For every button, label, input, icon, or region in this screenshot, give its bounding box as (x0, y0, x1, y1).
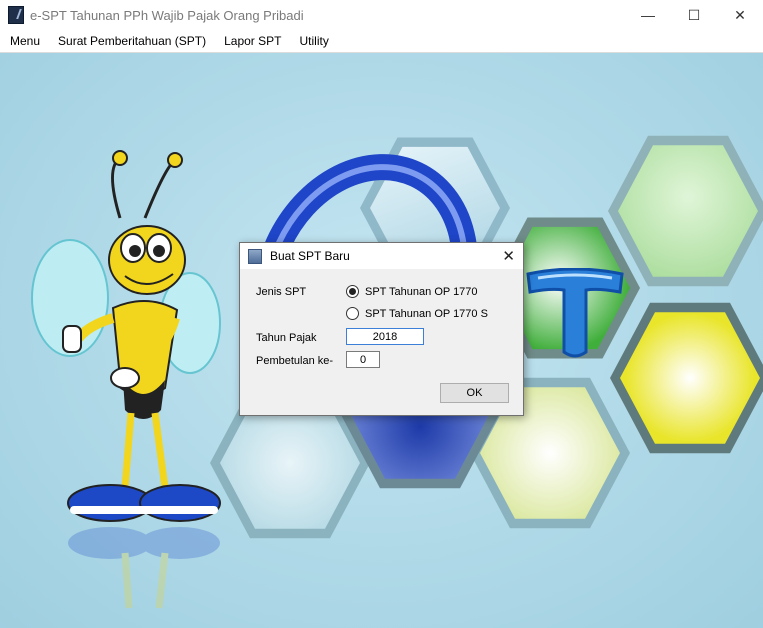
hex-tile (610, 302, 763, 454)
pembetulan-input[interactable]: 0 (346, 351, 380, 368)
tahun-pajak-label: Tahun Pajak (256, 332, 317, 344)
close-icon: ✕ (734, 6, 746, 23)
app-icon (8, 6, 24, 24)
menu-bar: Menu Surat Pemberitahuan (SPT) Lapor SPT… (0, 30, 763, 53)
maximize-icon: ☐ (687, 6, 701, 23)
maximize-button[interactable]: ☐ (671, 0, 717, 30)
minimize-icon: — (641, 7, 655, 23)
buat-spt-dialog: Buat SPT Baru ✕ Jenis SPT SPT Tahunan OP… (239, 242, 524, 416)
tahun-pajak-input[interactable]: 2018 (346, 328, 424, 345)
bee-mascot (31, 150, 221, 609)
close-button[interactable]: ✕ (717, 0, 763, 30)
radio-1770s-label[interactable]: SPT Tahunan OP 1770 S (365, 308, 488, 320)
dialog-title: Buat SPT Baru (270, 249, 350, 263)
menu-item-spt[interactable]: Surat Pemberitahuan (SPT) (50, 34, 214, 48)
minimize-button[interactable]: — (625, 0, 671, 30)
pembetulan-label: Pembetulan ke- (256, 355, 334, 367)
document-icon (248, 248, 262, 264)
window-controls: — ☐ ✕ (625, 0, 763, 30)
menu-item-lapor-spt[interactable]: Lapor SPT (216, 34, 289, 48)
radio-1770[interactable] (346, 285, 359, 298)
hex-tile (608, 135, 763, 287)
title-bar: e-SPT Tahunan PPh Wajib Pajak Orang Prib… (0, 0, 763, 30)
menu-item-utility[interactable]: Utility (291, 34, 336, 48)
letter-t-logo (526, 268, 624, 358)
radio-1770-label[interactable]: SPT Tahunan OP 1770 (365, 286, 478, 298)
dialog-title-bar: Buat SPT Baru ✕ (240, 243, 523, 269)
menu-item-menu[interactable]: Menu (2, 34, 48, 48)
radio-1770s[interactable] (346, 307, 359, 320)
window-title: e-SPT Tahunan PPh Wajib Pajak Orang Prib… (30, 7, 304, 23)
jenis-spt-label: Jenis SPT (256, 286, 307, 298)
dialog-close-button[interactable]: ✕ (502, 247, 515, 265)
ok-button[interactable]: OK (440, 383, 509, 403)
